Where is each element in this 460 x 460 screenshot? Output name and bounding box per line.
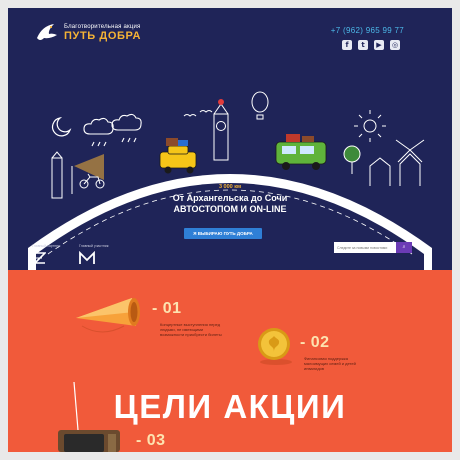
coin-icon bbox=[258, 328, 292, 365]
windmill-icon bbox=[395, 139, 425, 163]
phone-number[interactable]: +7 (962) 965 99 77 bbox=[331, 26, 404, 35]
logo-text: Благотворительная акция ПУТЬ ДОБРА bbox=[64, 24, 141, 42]
tree-icon bbox=[343, 145, 361, 163]
rain-icon bbox=[91, 137, 137, 147]
partner-m-logo-icon bbox=[79, 251, 95, 264]
tower-icon bbox=[51, 157, 63, 199]
dove-icon bbox=[37, 24, 57, 40]
subscribe-form: ⌕ bbox=[334, 242, 412, 253]
headline-line-1: От Архангельска до Сочи bbox=[172, 193, 288, 203]
clock-tower-icon bbox=[213, 103, 229, 161]
partner-main[interactable]: Главный партнер: bbox=[32, 244, 61, 265]
partner-label: Главный партнер: bbox=[32, 244, 62, 248]
logo-title: ПУТЬ ДОБРА bbox=[64, 30, 142, 42]
choose-path-button[interactable]: Я ВЫБИРАЮ ПУТЬ ДОБРА bbox=[184, 228, 262, 239]
hero-section: Благотворительная акция ПУТЬ ДОБРА +7 (9… bbox=[8, 8, 452, 270]
goal-description-2: Финансовая поддержка малоимущих семей и … bbox=[304, 356, 356, 371]
goals-section: - 01 Концертные выступления перед людьми… bbox=[8, 270, 452, 452]
partners: Главный партнер: Главный участник: bbox=[32, 244, 109, 265]
megaphone-icon bbox=[76, 298, 140, 333]
social-links: f t ▶ ◎ bbox=[342, 40, 400, 50]
instagram-icon[interactable]: ◎ bbox=[390, 40, 400, 50]
route-distance: 3 000 км bbox=[218, 184, 242, 190]
yellow-car-icon bbox=[159, 138, 197, 174]
goal-number-3: - 03 bbox=[136, 432, 166, 449]
house-icon bbox=[399, 153, 421, 186]
star-icon bbox=[218, 99, 224, 105]
goal-number-1: - 01 bbox=[152, 300, 182, 317]
balloon-icon bbox=[251, 91, 269, 120]
goal-description-1: Концертные выступления перед людьми, не … bbox=[160, 322, 222, 337]
sun-icon bbox=[354, 110, 386, 142]
partner-z-logo-icon bbox=[33, 252, 46, 264]
cloud-icon bbox=[111, 113, 142, 131]
partner-label: Главный участник: bbox=[79, 244, 110, 248]
goal-number-2: - 02 bbox=[300, 334, 330, 351]
birds-icon bbox=[183, 110, 213, 117]
youtube-icon[interactable]: ▶ bbox=[374, 40, 384, 50]
headline-line-2: АВТОСТОПОМ И ON-LINE bbox=[173, 204, 287, 214]
subscribe-button[interactable]: ⌕ bbox=[396, 242, 412, 253]
twitter-icon[interactable]: t bbox=[358, 40, 368, 50]
moon-icon bbox=[52, 117, 72, 137]
facebook-icon[interactable]: f bbox=[342, 40, 352, 50]
subscribe-input[interactable] bbox=[334, 242, 396, 253]
green-van-icon bbox=[275, 134, 327, 170]
site-logo[interactable]: Благотворительная акция ПУТЬ ДОБРА bbox=[34, 20, 141, 46]
partner-participant[interactable]: Главный участник: bbox=[79, 244, 109, 265]
cloud-icon bbox=[83, 117, 114, 135]
retro-tv-icon bbox=[58, 382, 120, 452]
landing-page: Благотворительная акция ПУТЬ ДОБРА +7 (9… bbox=[8, 8, 452, 452]
hero-headline: От Архангельска до Сочи АВТОСТОПОМ И ON-… bbox=[8, 193, 452, 215]
house-icon bbox=[369, 157, 391, 186]
